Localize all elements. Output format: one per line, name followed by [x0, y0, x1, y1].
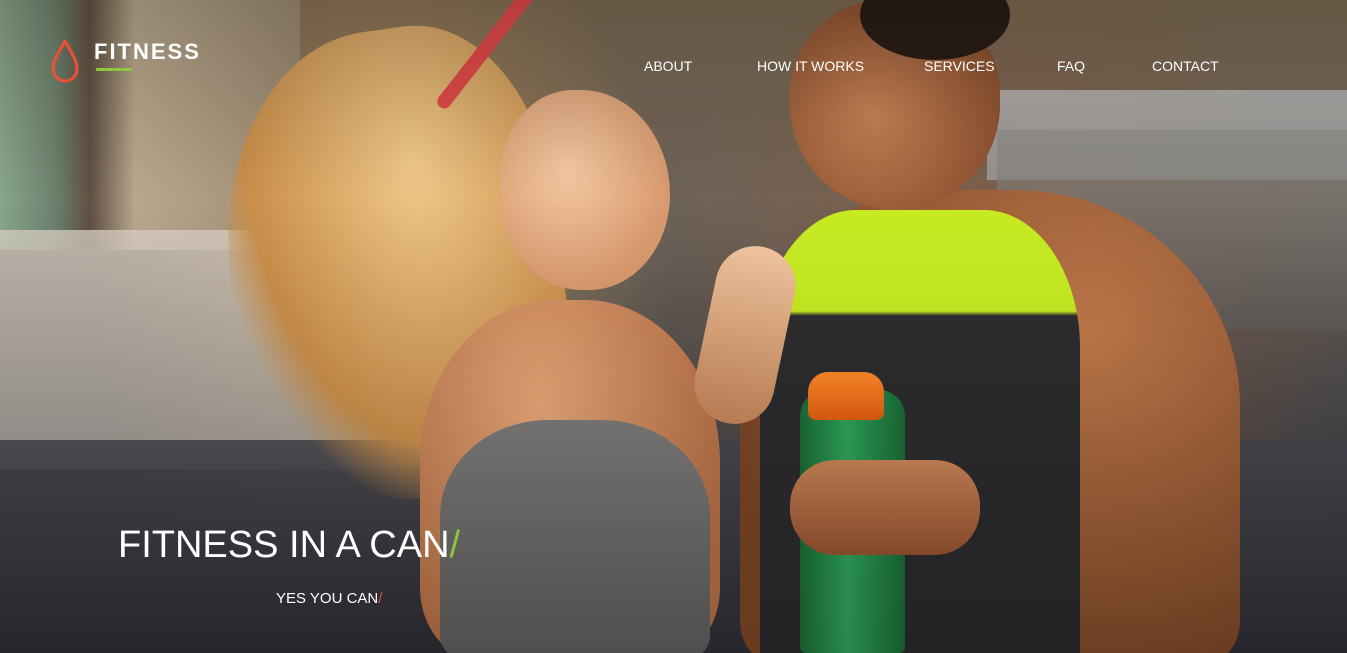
- hero-title-text: FITNESS IN A CAN: [118, 524, 450, 566]
- main-nav: ABOUT HOW IT WORKS SERVICES FAQ CONTACT: [0, 58, 1347, 78]
- hero-subtitle: YES YOU CAN/: [276, 590, 382, 607]
- nav-item-faq[interactable]: FAQ: [1057, 58, 1085, 74]
- hero-title: FITNESS IN A CAN/: [118, 524, 460, 567]
- nav-item-contact[interactable]: CONTACT: [1152, 58, 1219, 74]
- hero-title-slash: /: [449, 524, 461, 566]
- hero-subtitle-slash: /: [378, 590, 383, 607]
- hero-subtitle-text: YES YOU CAN: [276, 590, 379, 607]
- nav-item-how-it-works[interactable]: HOW IT WORKS: [757, 58, 864, 74]
- hero-section: FITNESS ABOUT HOW IT WORKS SERVICES FAQ …: [0, 0, 1347, 653]
- nav-item-about[interactable]: ABOUT: [644, 58, 692, 74]
- nav-item-services[interactable]: SERVICES: [924, 58, 995, 74]
